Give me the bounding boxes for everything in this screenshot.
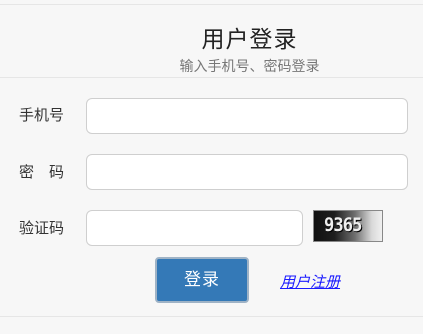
phone-label: 手机号 bbox=[19, 106, 65, 124]
password-input[interactable] bbox=[86, 154, 408, 190]
page-title: 用户登录 bbox=[201, 27, 298, 53]
page-subtitle: 输入手机号、密码登录 bbox=[179, 59, 320, 75]
captcha-code: 9365 bbox=[324, 214, 362, 236]
captcha-input[interactable] bbox=[86, 210, 303, 246]
captcha-image[interactable]: 9365 bbox=[313, 210, 383, 242]
login-header: 用户登录 输入手机号、密码登录 bbox=[0, 5, 423, 77]
bottom-divider bbox=[0, 316, 423, 317]
register-link[interactable]: 用户注册 bbox=[280, 271, 340, 292]
phone-input[interactable] bbox=[86, 98, 408, 134]
password-label: 密 码 bbox=[19, 163, 65, 181]
captcha-label: 验证码 bbox=[19, 219, 65, 237]
header-divider bbox=[0, 77, 423, 78]
login-button[interactable]: 登录 bbox=[155, 257, 249, 303]
